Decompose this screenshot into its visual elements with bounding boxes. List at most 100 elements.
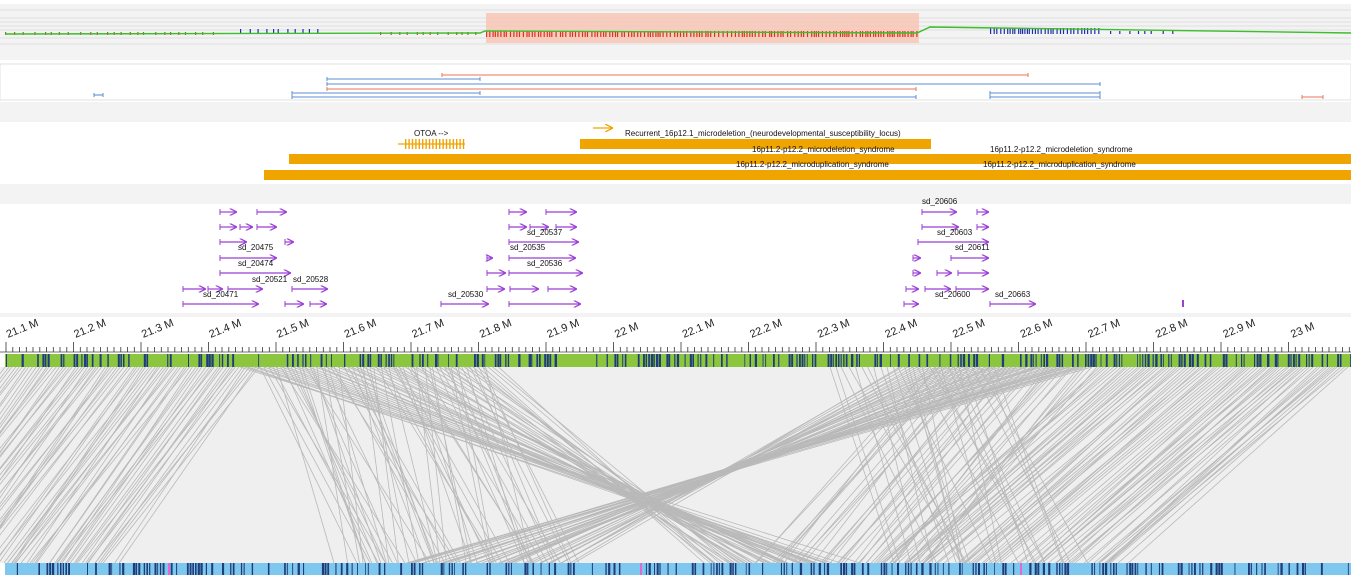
ideogram-band [957, 354, 959, 367]
ideogram-band [149, 563, 151, 575]
chromosome-ideogram-top[interactable] [5, 354, 1351, 367]
ideogram-band [87, 563, 88, 575]
ideogram-band [240, 563, 243, 575]
ideogram-band [195, 563, 197, 575]
ideogram-band [1059, 354, 1061, 367]
ideogram-band [451, 563, 453, 575]
ruler-label: 22.9 M [1221, 317, 1257, 341]
ideogram-band [462, 563, 464, 575]
ideogram-band [531, 354, 533, 367]
ruler-label: 23 M [1289, 320, 1316, 340]
ideogram-band [1222, 354, 1225, 367]
coverage-tick [865, 31, 867, 37]
coverage-tick [500, 31, 502, 37]
ideogram-band [292, 563, 294, 575]
ideogram-band [443, 563, 445, 575]
genome-browser-view[interactable]: OTOA --> Recurrent_16p12.1_microdeletion… [0, 0, 1351, 575]
ideogram-band [968, 354, 970, 367]
ideogram-band [1264, 563, 1266, 575]
ideogram-band [128, 354, 130, 367]
coverage-tick [855, 31, 857, 37]
ideogram-band [189, 563, 192, 575]
coverage-tick [910, 31, 912, 37]
ideogram-band [972, 563, 974, 575]
ideogram-band [45, 354, 47, 367]
ideogram-band [934, 563, 936, 575]
ideogram-band [510, 563, 512, 575]
coverage-tick [846, 31, 848, 37]
ideogram-band [667, 563, 669, 575]
ideogram-band [1145, 563, 1147, 575]
ideogram-band [1202, 563, 1204, 575]
ideogram-band [411, 354, 414, 367]
ideogram-band [1170, 354, 1172, 367]
ideogram-band [1090, 354, 1093, 367]
ideogram-band [455, 354, 458, 367]
ideogram-band [1163, 354, 1164, 367]
ideogram-band [1234, 563, 1236, 575]
ideogram-band [1210, 563, 1213, 575]
selection-highlight[interactable] [486, 13, 919, 43]
ideogram-band [1209, 354, 1212, 367]
ideogram-band [157, 563, 159, 575]
ideogram-band [117, 354, 120, 367]
segdup-label: sd_20530 [448, 290, 484, 299]
ideogram-band [1037, 563, 1040, 575]
ideogram-band [1248, 563, 1250, 575]
ideogram-band [1034, 563, 1037, 575]
ideogram-band [745, 563, 747, 575]
position-ruler[interactable]: 21.1 M 21.2 M 21.3 M 21.4 M 21.5 M 21.6 M 21.7… [0, 317, 1351, 353]
ideogram-band [1001, 354, 1005, 367]
ideogram-band [393, 354, 395, 367]
ideogram-band [1204, 354, 1207, 367]
coverage-tick [1119, 31, 1121, 34]
cnv-track [0, 63, 1351, 101]
chromosome-ideogram-bottom[interactable] [5, 563, 1351, 575]
ideogram-band [973, 354, 976, 367]
ideogram-band [713, 563, 715, 575]
coverage-tick [1009, 28, 1011, 34]
ideogram-band [1183, 354, 1186, 367]
ideogram-band [211, 354, 214, 367]
ideogram-band [835, 354, 837, 367]
coverage-tick [522, 31, 524, 37]
segdup-label: sd_20521 [252, 275, 288, 284]
ruler-label: 21.4 M [207, 317, 243, 341]
feature-bar-microdup[interactable] [264, 170, 1351, 180]
ideogram-band [197, 563, 200, 575]
ideogram-band [362, 354, 365, 367]
gene-exon [428, 139, 431, 149]
ideogram-band [65, 563, 67, 575]
ideogram-band [691, 563, 694, 575]
coverage-tick [494, 31, 496, 37]
ideogram-band [656, 563, 659, 575]
ideogram-band [1067, 563, 1070, 575]
ideogram-band [243, 563, 245, 575]
gene-exon [422, 139, 424, 149]
ideogram-band [201, 354, 203, 367]
segdup-label: sd_20535 [510, 243, 546, 252]
ideogram-band [654, 563, 655, 575]
ideogram-band [84, 354, 87, 367]
ideogram-band [1056, 563, 1058, 575]
ideogram-band [135, 563, 138, 575]
ideogram-band [297, 563, 300, 575]
ideogram-band [1256, 563, 1258, 575]
coverage-tick [862, 31, 864, 37]
ideogram-band [297, 354, 299, 367]
ideogram-band [814, 354, 817, 367]
ideogram-band [310, 354, 312, 367]
ideogram-band [170, 563, 173, 575]
coverage-tick [897, 31, 899, 37]
coverage-tick [899, 31, 901, 37]
ideogram-band [726, 354, 728, 367]
ideogram-band [905, 563, 907, 575]
ideogram-band [1137, 563, 1139, 575]
segdup-feature[interactable] [1182, 300, 1184, 307]
ideogram-band [656, 354, 658, 367]
ideogram-band [1158, 563, 1160, 575]
ideogram-band [484, 354, 486, 367]
ideogram-band [918, 354, 921, 367]
ideogram-band [454, 563, 455, 575]
ideogram-band [1147, 354, 1150, 367]
